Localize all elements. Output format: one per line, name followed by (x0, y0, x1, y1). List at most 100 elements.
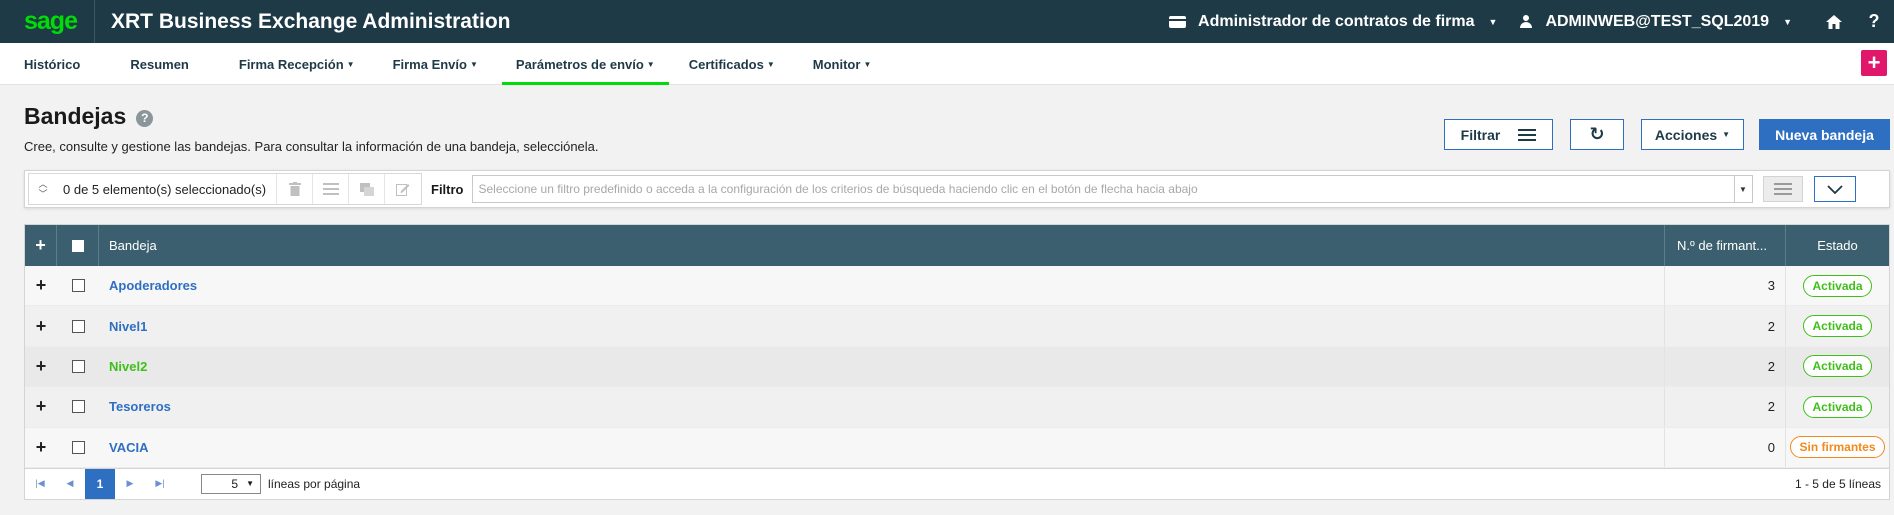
filter-combobox[interactable]: ▼ (471, 175, 1753, 203)
refresh-button[interactable]: ↻ (1570, 119, 1624, 150)
refresh-icon: ↻ (1589, 124, 1605, 144)
last-page-button[interactable]: ▶| (145, 469, 175, 499)
caret-down-icon: ▼ (1739, 184, 1747, 194)
filter-expand-button[interactable] (1813, 176, 1856, 202)
row-checkbox[interactable] (57, 428, 99, 467)
nav-item-firma-envio[interactable]: Firma Envío ▼ (379, 43, 492, 85)
table-row[interactable]: + VACIA 0 Sin firmantes (25, 427, 1889, 468)
add-shortcut-button[interactable]: + (1861, 50, 1887, 76)
next-page-button[interactable]: ▶ (115, 469, 145, 499)
list-button[interactable] (312, 174, 348, 204)
status-badge: Activada (1803, 315, 1872, 338)
signers-count: 2 (1665, 387, 1786, 427)
trash-icon (288, 182, 301, 196)
first-page-icon: |◀ (35, 478, 45, 489)
trays-table: + Bandeja N.º de firmant... Estado + Apo… (24, 224, 1890, 500)
select-toggle[interactable]: ︿ ﹀ (29, 179, 57, 199)
expand-row-button[interactable]: + (25, 428, 57, 467)
status-badge: Sin firmantes (1790, 436, 1885, 459)
state-cell: Sin firmantes (1786, 428, 1889, 467)
checkbox-icon (71, 400, 85, 414)
nav-item-certificados[interactable]: Certificados ▼ (675, 43, 789, 85)
nav-label: Monitor (812, 56, 861, 72)
prev-page-button[interactable]: ◀ (55, 469, 85, 499)
table-row[interactable]: + Apoderadores 3 Activada (25, 266, 1889, 307)
user-icon (1519, 14, 1533, 29)
expand-row-button[interactable]: + (25, 266, 57, 305)
contract-admin-menu[interactable]: Administrador de contratos de firma ▼ (1169, 13, 1497, 31)
page-number-button[interactable]: 1 (85, 468, 115, 499)
pagination: |◀ ◀ 1 ▶ ▶| 5 ▼ líneas por página 1 - 5 … (25, 467, 1889, 499)
nav-item-monitor[interactable]: Monitor ▼ (799, 43, 886, 85)
column-header-state[interactable]: Estado (1786, 225, 1889, 266)
page-size-value: 5 (231, 476, 239, 491)
table-row[interactable]: + Tesoreros 2 Activada (25, 387, 1889, 428)
page-size-select[interactable]: 5 ▼ (201, 473, 261, 494)
actions-button-label: Acciones (1654, 126, 1718, 143)
sliders-icon (1518, 128, 1537, 142)
expand-row-button[interactable]: + (25, 306, 57, 345)
caret-down-icon: ▼ (346, 59, 355, 69)
row-checkbox[interactable] (57, 347, 99, 386)
row-checkbox[interactable] (57, 266, 99, 305)
home-button[interactable] (1814, 0, 1854, 43)
tray-name-link[interactable]: Nivel1 (99, 306, 1665, 346)
user-label: ADMINWEB@TEST_SQL2019 (1545, 12, 1770, 30)
column-header-signers[interactable]: N.º de firmant... (1665, 225, 1786, 266)
top-bar-right: Administrador de contratos de firma ▼ AD… (1169, 0, 1894, 43)
state-cell: Activada (1786, 266, 1889, 305)
expand-all-button[interactable]: + (25, 225, 57, 266)
table-row[interactable]: + Nivel2 2 Activada (25, 346, 1889, 388)
delete-button[interactable] (276, 174, 312, 204)
new-tray-button[interactable]: Nueva bandeja (1759, 119, 1890, 150)
home-icon (1826, 14, 1842, 29)
signers-count: 2 (1665, 306, 1786, 346)
chevron-down-icon: ▼ (246, 479, 254, 489)
expand-row-button[interactable]: + (25, 387, 57, 426)
filter-settings-button[interactable] (1762, 176, 1803, 202)
nav-item-historico[interactable]: Histórico (10, 43, 94, 85)
tray-name-link[interactable]: Apoderadores (99, 266, 1665, 306)
nav-item-resumen[interactable]: Resumen (116, 43, 203, 85)
chevron-down-icon (1826, 184, 1843, 194)
table-row[interactable]: + Nivel1 2 Activada (25, 306, 1889, 347)
edit-button[interactable] (384, 174, 420, 204)
filter-button[interactable]: Filtrar (1444, 119, 1553, 150)
app-title: XRT Business Exchange Administration (111, 9, 511, 33)
first-page-button[interactable]: |◀ (25, 469, 55, 499)
row-checkbox[interactable] (57, 306, 99, 345)
tray-name-link[interactable]: Tesoreros (99, 387, 1665, 427)
next-page-icon: ▶ (126, 478, 134, 489)
column-header-bandeja[interactable]: Bandeja (99, 225, 1665, 266)
question-icon: ? (1868, 11, 1880, 31)
expand-row-button[interactable]: + (25, 347, 57, 386)
help-icon[interactable]: ? (136, 109, 154, 127)
filter-dropdown-button[interactable]: ▼ (1733, 176, 1752, 202)
tray-name-link[interactable]: VACIA (99, 427, 1665, 467)
row-checkbox[interactable] (57, 387, 99, 426)
edit-icon (395, 184, 410, 196)
help-button[interactable]: ? (1854, 0, 1894, 43)
plus-icon: + (1867, 50, 1881, 75)
checkbox-icon (71, 279, 85, 293)
sage-logo[interactable]: sage (0, 7, 94, 36)
page-size-label: líneas por página (268, 476, 361, 491)
caret-down-icon: ▼ (1722, 130, 1731, 139)
actions-button[interactable]: Acciones ▼ (1641, 119, 1744, 150)
select-all-checkbox[interactable] (57, 225, 99, 266)
nav-label: Firma Envío (392, 56, 467, 72)
nav-item-parametros-envio[interactable]: Parámetros de envío ▼ (501, 43, 669, 85)
filter-button-label: Filtrar (1460, 126, 1501, 143)
chevron-down-icon: ▼ (1783, 16, 1792, 27)
filter-input[interactable] (472, 176, 1752, 202)
nav-item-firma-recepcion[interactable]: Firma Recepción ▼ (225, 43, 369, 85)
copy-button[interactable] (348, 174, 384, 204)
user-menu[interactable]: ADMINWEB@TEST_SQL2019 ▼ (1519, 13, 1792, 31)
prev-page-icon: ◀ (66, 478, 74, 489)
nav-label: Histórico (24, 56, 81, 72)
sliders-icon (1773, 182, 1792, 196)
checkbox-icon (71, 359, 85, 373)
state-cell: Activada (1786, 306, 1889, 345)
signers-count: 3 (1665, 266, 1786, 306)
tray-name-link[interactable]: Nivel2 (99, 346, 1665, 387)
